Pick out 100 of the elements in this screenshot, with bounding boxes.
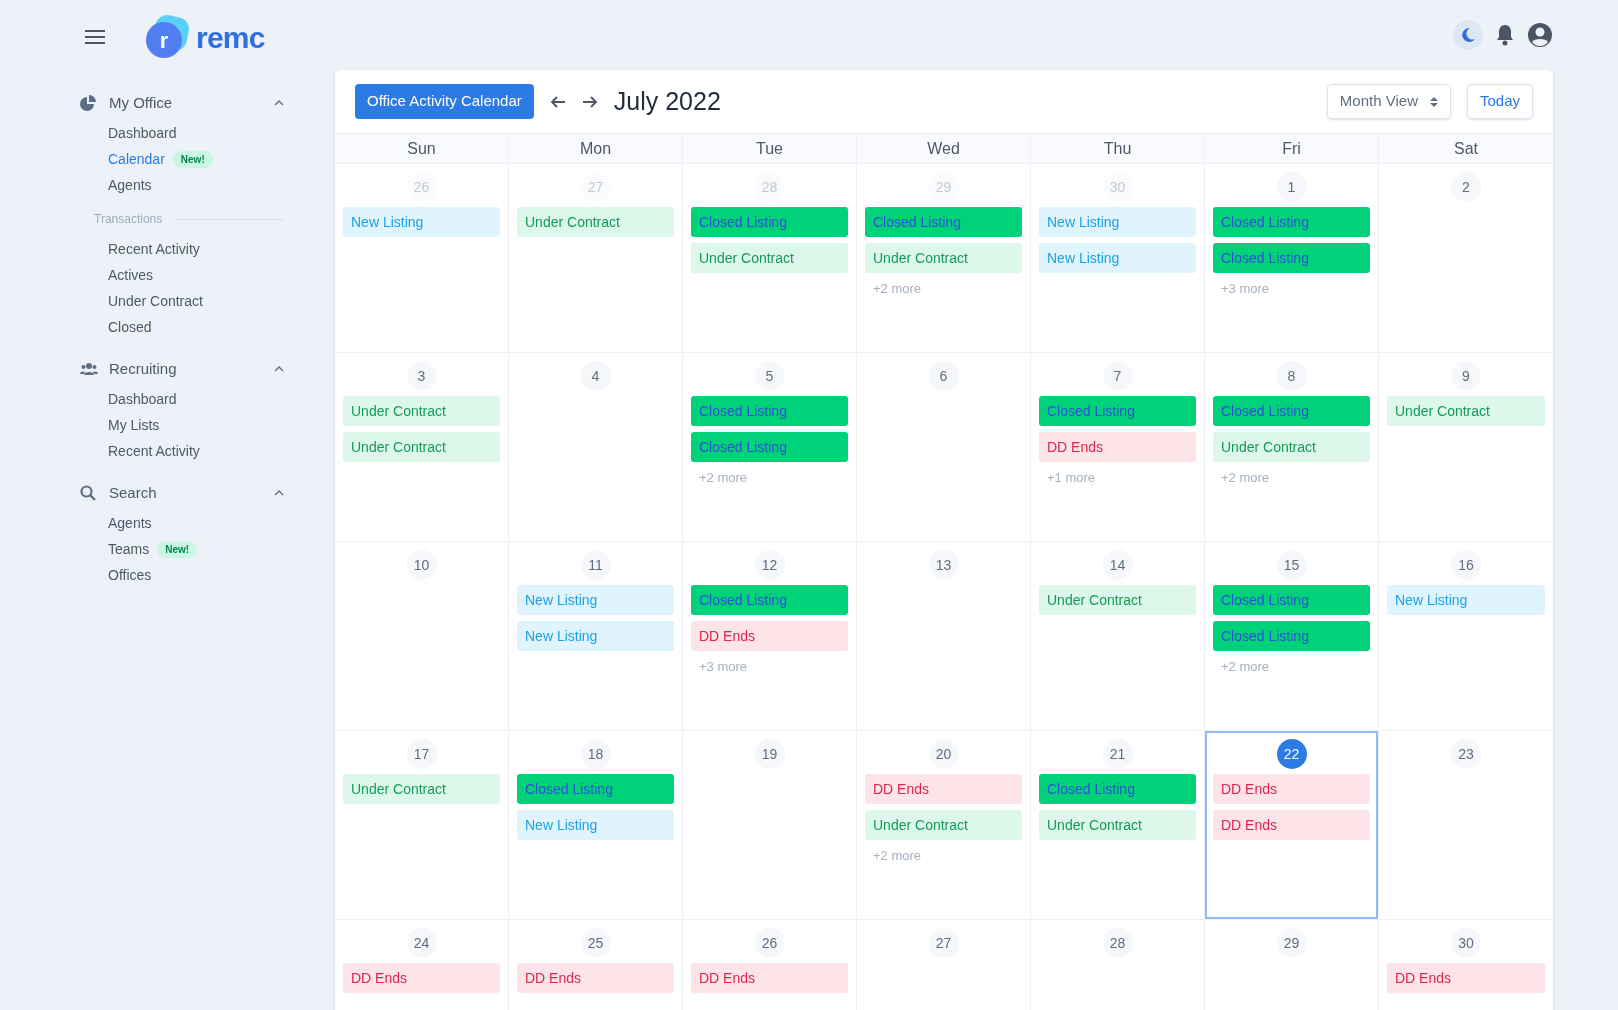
event-chip[interactable]: Under Contract bbox=[1213, 432, 1370, 462]
sidebar-section-header[interactable]: Recruiting bbox=[80, 352, 285, 386]
day-cell[interactable]: 28 bbox=[1031, 920, 1205, 1010]
event-chip[interactable]: DD Ends bbox=[691, 621, 848, 651]
day-cell[interactable]: 7 Closed Listing DD Ends +1 more bbox=[1031, 353, 1205, 541]
day-cell[interactable]: 17 Under Contract bbox=[335, 731, 509, 919]
day-cell[interactable]: 18 Closed Listing New Listing bbox=[509, 731, 683, 919]
event-chip[interactable]: Closed Listing bbox=[1213, 396, 1370, 426]
day-number[interactable]: 20 bbox=[928, 739, 959, 769]
day-cell[interactable]: 27 bbox=[857, 920, 1031, 1010]
dark-mode-toggle[interactable] bbox=[1453, 20, 1483, 50]
view-select[interactable]: Month View bbox=[1326, 84, 1451, 119]
event-chip[interactable]: Closed Listing bbox=[865, 207, 1022, 237]
next-button[interactable] bbox=[581, 94, 598, 109]
sidebar-item[interactable]: Under Contract bbox=[108, 290, 203, 312]
event-chip[interactable]: Under Contract bbox=[691, 243, 848, 273]
day-cell[interactable]: 30 DD Ends bbox=[1379, 920, 1553, 1010]
notifications-button[interactable] bbox=[1495, 24, 1515, 46]
sidebar-item[interactable]: Agents bbox=[108, 512, 152, 534]
event-chip[interactable]: Under Contract bbox=[1039, 810, 1196, 840]
day-cell[interactable]: 11 New Listing New Listing bbox=[509, 542, 683, 730]
day-cell[interactable]: 23 bbox=[1379, 731, 1553, 919]
day-cell[interactable]: 3 Under Contract Under Contract bbox=[335, 353, 509, 541]
event-chip[interactable]: Under Contract bbox=[865, 810, 1022, 840]
day-number[interactable]: 25 bbox=[580, 928, 611, 958]
profile-button[interactable] bbox=[1527, 22, 1553, 48]
event-chip[interactable]: Under Contract bbox=[517, 207, 674, 237]
event-chip[interactable]: New Listing bbox=[517, 810, 674, 840]
day-number[interactable]: 1 bbox=[1276, 172, 1307, 202]
day-number[interactable]: 18 bbox=[580, 739, 611, 769]
today-button[interactable]: Today bbox=[1466, 84, 1533, 119]
event-chip[interactable]: New Listing bbox=[1039, 207, 1196, 237]
day-number[interactable]: 17 bbox=[406, 739, 437, 769]
event-chip[interactable]: DD Ends bbox=[1213, 774, 1370, 804]
event-chip[interactable]: Closed Listing bbox=[1213, 243, 1370, 273]
day-cell[interactable]: 4 bbox=[509, 353, 683, 541]
sidebar-section-header[interactable]: Search bbox=[80, 476, 285, 510]
sidebar-item[interactable]: Actives bbox=[108, 264, 154, 286]
sidebar-item[interactable]: Agents bbox=[108, 174, 152, 196]
event-chip[interactable]: New Listing bbox=[343, 207, 500, 237]
day-number[interactable]: 23 bbox=[1451, 739, 1481, 769]
day-number[interactable]: 6 bbox=[928, 361, 959, 391]
sidebar-section-header[interactable]: My Office bbox=[80, 86, 285, 120]
day-cell[interactable]: 10 bbox=[335, 542, 509, 730]
sidebar-item[interactable]: Calendar bbox=[108, 148, 165, 170]
event-chip[interactable]: Closed Listing bbox=[1213, 585, 1370, 615]
day-number[interactable]: 3 bbox=[406, 361, 437, 391]
day-number[interactable]: 13 bbox=[928, 550, 959, 580]
event-chip[interactable]: DD Ends bbox=[517, 963, 674, 993]
day-cell[interactable]: 15 Closed Listing Closed Listing +2 more bbox=[1205, 542, 1379, 730]
event-chip[interactable]: New Listing bbox=[517, 585, 674, 615]
event-chip[interactable]: Closed Listing bbox=[691, 432, 848, 462]
day-cell[interactable]: 2 bbox=[1379, 164, 1553, 352]
event-chip[interactable]: DD Ends bbox=[1387, 963, 1545, 993]
event-chip[interactable]: Closed Listing bbox=[691, 207, 848, 237]
event-chip[interactable]: Under Contract bbox=[865, 243, 1022, 273]
day-number[interactable]: 27 bbox=[928, 928, 959, 958]
day-cell[interactable]: 13 bbox=[857, 542, 1031, 730]
event-chip[interactable]: New Listing bbox=[1387, 585, 1545, 615]
event-chip[interactable]: Under Contract bbox=[343, 432, 500, 462]
day-cell[interactable]: 22 DD Ends DD Ends bbox=[1205, 731, 1379, 919]
event-chip[interactable]: New Listing bbox=[517, 621, 674, 651]
day-cell[interactable]: 26 DD Ends bbox=[683, 920, 857, 1010]
day-number[interactable]: 26 bbox=[754, 928, 785, 958]
day-cell[interactable]: 16 New Listing bbox=[1379, 542, 1553, 730]
day-cell[interactable]: 19 bbox=[683, 731, 857, 919]
sidebar-item[interactable]: Closed bbox=[108, 316, 152, 338]
event-chip[interactable]: Closed Listing bbox=[1213, 207, 1370, 237]
event-chip[interactable]: DD Ends bbox=[1213, 810, 1370, 840]
day-number[interactable]: 8 bbox=[1276, 361, 1307, 391]
day-cell[interactable]: 29 bbox=[1205, 920, 1379, 1010]
day-number[interactable]: 16 bbox=[1451, 550, 1481, 580]
day-cell[interactable]: 21 Closed Listing Under Contract bbox=[1031, 731, 1205, 919]
day-number[interactable]: 9 bbox=[1451, 361, 1481, 391]
day-cell[interactable]: 6 bbox=[857, 353, 1031, 541]
day-number[interactable]: 14 bbox=[1102, 550, 1133, 580]
event-chip[interactable]: DD Ends bbox=[865, 774, 1022, 804]
day-cell[interactable]: 25 DD Ends bbox=[509, 920, 683, 1010]
day-cell[interactable]: 12 Closed Listing DD Ends +3 more bbox=[683, 542, 857, 730]
event-chip[interactable]: Under Contract bbox=[1387, 396, 1545, 426]
day-number[interactable]: 29 bbox=[1276, 928, 1307, 958]
day-number[interactable]: 15 bbox=[1276, 550, 1307, 580]
day-number[interactable]: 24 bbox=[406, 928, 437, 958]
event-chip[interactable]: Under Contract bbox=[343, 396, 500, 426]
day-cell[interactable]: 1 Closed Listing Closed Listing +3 more bbox=[1205, 164, 1379, 352]
day-cell[interactable]: 5 Closed Listing Closed Listing +2 more bbox=[683, 353, 857, 541]
event-chip[interactable]: DD Ends bbox=[343, 963, 500, 993]
day-cell[interactable]: 24 DD Ends bbox=[335, 920, 509, 1010]
day-number[interactable]: 28 bbox=[1102, 928, 1133, 958]
sidebar-item[interactable]: Recent Activity bbox=[108, 440, 200, 462]
event-chip[interactable]: New Listing bbox=[1039, 243, 1196, 273]
day-number[interactable]: 21 bbox=[1102, 739, 1133, 769]
event-chip[interactable]: DD Ends bbox=[691, 963, 848, 993]
sidebar-item[interactable]: Dashboard bbox=[108, 388, 177, 410]
event-chip[interactable]: Closed Listing bbox=[691, 396, 848, 426]
event-chip[interactable]: DD Ends bbox=[1039, 432, 1196, 462]
day-cell[interactable]: 20 DD Ends Under Contract +2 more bbox=[857, 731, 1031, 919]
event-chip[interactable]: Closed Listing bbox=[1213, 621, 1370, 651]
day-number[interactable]: 22 bbox=[1276, 739, 1307, 769]
day-number[interactable]: 19 bbox=[754, 739, 785, 769]
